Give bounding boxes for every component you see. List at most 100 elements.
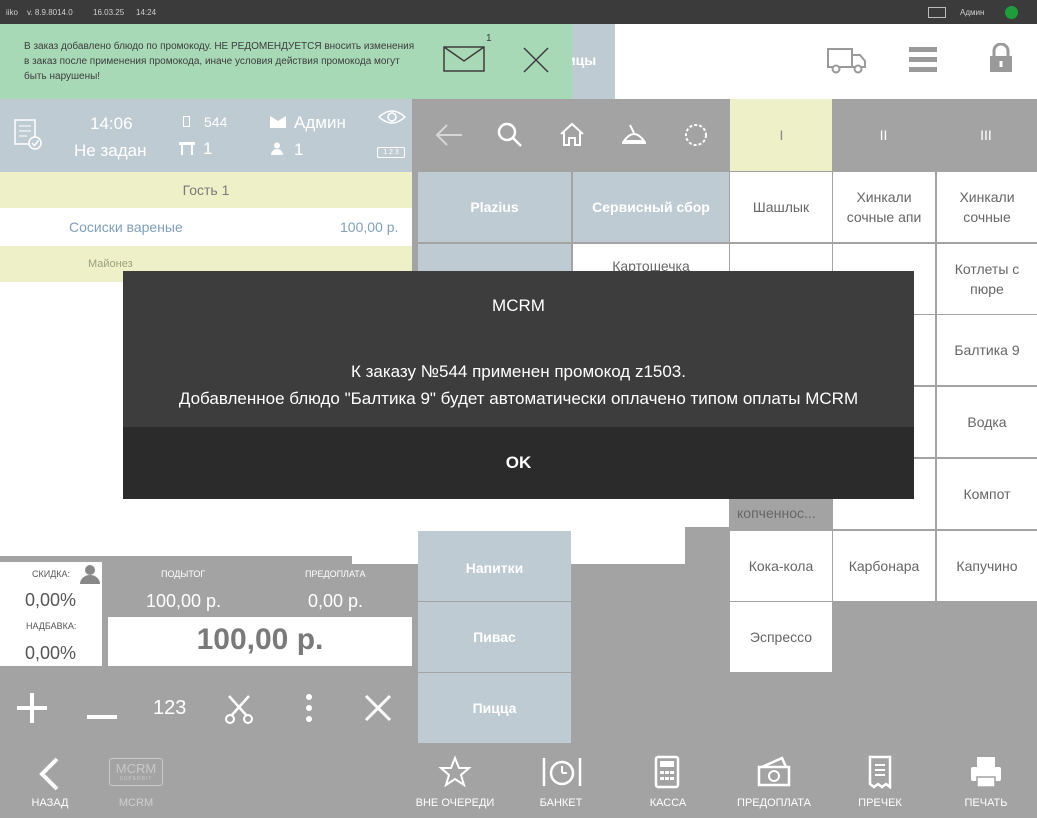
close-icon[interactable] bbox=[522, 46, 550, 79]
customer-icon[interactable] bbox=[80, 564, 100, 589]
category-drinks-label: Напитки bbox=[465, 560, 524, 576]
product-cappuccino[interactable]: Капучино bbox=[937, 531, 1037, 601]
cash-register-icon[interactable] bbox=[654, 755, 680, 794]
product-khinkali-api[interactable]: Хинкали сочные апи bbox=[833, 172, 935, 242]
submenu-item-smoked[interactable]: копченнос... bbox=[737, 505, 816, 521]
category-beer[interactable]: Пивас bbox=[418, 602, 571, 672]
banquet-button[interactable]: БАНКЕТ bbox=[530, 797, 592, 809]
surcharge-value: 0,00% bbox=[25, 643, 77, 663]
star-icon[interactable] bbox=[438, 755, 472, 794]
order-item-row[interactable]: Сосиски вареные 100,00 р. bbox=[0, 208, 412, 246]
modal-message-line-2: Добавленное блюдо "Балтика 9" будет авто… bbox=[178, 389, 859, 408]
guests-icon bbox=[271, 142, 283, 160]
cash-button[interactable]: КАССА bbox=[640, 797, 696, 809]
menu-icon[interactable] bbox=[909, 46, 939, 79]
category-plazius[interactable]: Plazius bbox=[418, 172, 571, 242]
print-icon[interactable] bbox=[969, 755, 1003, 794]
product-baltika[interactable]: Балтика 9 bbox=[937, 315, 1037, 385]
quantity-keypad-button[interactable]: 123 bbox=[153, 697, 186, 720]
waiter-icon bbox=[269, 115, 287, 134]
status-time: 14:24 bbox=[136, 8, 157, 17]
order-list-icon[interactable] bbox=[13, 118, 43, 155]
refresh-icon[interactable] bbox=[684, 123, 708, 152]
product-carbonara[interactable]: Карбонара bbox=[833, 531, 935, 601]
total-value: 100,00 р. bbox=[196, 623, 324, 656]
lock-icon[interactable] bbox=[989, 42, 1013, 78]
eye-icon[interactable] bbox=[377, 108, 407, 131]
home-icon[interactable] bbox=[559, 121, 585, 152]
surcharge-label: НАДБАВКА: bbox=[26, 621, 77, 631]
mail-icon[interactable] bbox=[928, 7, 946, 18]
guests-count: 1 bbox=[294, 140, 304, 159]
order-item-price: 100,00 р. bbox=[340, 219, 399, 235]
order-number-icon bbox=[183, 116, 190, 127]
mcrm-logo-text: MCRM bbox=[115, 761, 157, 776]
course-icon[interactable] bbox=[620, 123, 648, 152]
back-arrow-icon[interactable] bbox=[435, 124, 463, 151]
out-of-queue-button[interactable]: ВНЕ ОЧЕРЕДИ bbox=[410, 797, 500, 809]
product-kotlety[interactable]: Котлеты с пюре bbox=[937, 244, 1037, 314]
tab-2[interactable]: II bbox=[832, 99, 935, 171]
waiter-name: Админ bbox=[294, 113, 346, 132]
prepayment-button[interactable]: ПРЕДОПЛАТА bbox=[730, 797, 818, 809]
prepay-value: 0,00 р. bbox=[308, 591, 364, 611]
modal-message-line-1: К заказу №544 применен промокод z1503. bbox=[350, 362, 686, 381]
delete-icon[interactable] bbox=[364, 694, 392, 727]
tab-3[interactable]: III bbox=[935, 99, 1037, 171]
promo-banner-text: В заказ добавлено блюдо по промокоду. НЕ… bbox=[24, 41, 415, 82]
status-date: 16.03.25 bbox=[93, 8, 125, 17]
connection-status-icon bbox=[1005, 6, 1018, 19]
prepayment-icon[interactable] bbox=[756, 755, 792, 794]
more-options-icon[interactable] bbox=[305, 694, 313, 727]
mcrm-logo-subtext: SUPERBIT bbox=[119, 776, 153, 782]
order-actions-bar bbox=[0, 668, 412, 748]
delivery-truck-icon[interactable] bbox=[826, 45, 868, 80]
modifier-name: Майонез bbox=[88, 258, 133, 270]
plus-icon[interactable] bbox=[17, 693, 47, 728]
print-button[interactable]: ПЕЧАТЬ bbox=[958, 797, 1014, 809]
table-icon bbox=[179, 142, 195, 161]
guest-row[interactable]: Гость 1 bbox=[0, 172, 412, 208]
order-number: 544 bbox=[204, 114, 228, 130]
back-button-label[interactable]: НАЗАД bbox=[22, 797, 78, 809]
category-service-charge[interactable]: Сервисный сбор bbox=[573, 172, 729, 242]
mcrm-logo[interactable]: MCRM SUPERBIT bbox=[109, 758, 163, 786]
discount-label: СКИДКА: bbox=[32, 569, 71, 579]
order-item-name: Сосиски вареные bbox=[69, 219, 183, 235]
envelope-icon[interactable] bbox=[443, 46, 485, 77]
app-version: v. 8.9.8014.0 bbox=[27, 8, 73, 17]
keypad-toggle-button[interactable]: 1 2 3 bbox=[377, 147, 405, 158]
mcrm-button-label[interactable]: MCRM bbox=[108, 797, 164, 809]
category-drinks[interactable]: Напитки bbox=[418, 531, 571, 601]
table-number: 1 bbox=[203, 139, 213, 158]
status-user: Админ bbox=[960, 8, 985, 17]
subtotal-value: 100,00 р. bbox=[146, 591, 222, 611]
product-khinkali[interactable]: Хинкали сочные bbox=[937, 172, 1037, 242]
search-icon[interactable] bbox=[497, 122, 523, 153]
minus-icon[interactable] bbox=[87, 706, 117, 724]
precheck-button[interactable]: ПРЕЧЕК bbox=[850, 797, 910, 809]
banquet-icon[interactable] bbox=[540, 755, 584, 794]
promo-badge-count: 1 bbox=[486, 33, 492, 44]
product-kompot[interactable]: Компот bbox=[937, 459, 1037, 529]
tab-1[interactable]: I bbox=[730, 99, 833, 171]
prepay-label: ПРЕДОПЛАТА bbox=[305, 569, 366, 579]
category-pizza[interactable]: Пицца bbox=[418, 673, 571, 743]
modal-message: К заказу №544 применен промокод z1503. Д… bbox=[123, 358, 914, 412]
modal-title: MCRM bbox=[492, 296, 545, 315]
discount-value: 0,00% bbox=[25, 590, 77, 610]
app-name: iiko bbox=[6, 8, 19, 17]
order-time: 14:06 bbox=[90, 114, 133, 133]
back-chevron-icon[interactable] bbox=[38, 757, 60, 796]
product-cola[interactable]: Кока-кола bbox=[730, 531, 832, 601]
scissors-icon[interactable] bbox=[225, 694, 253, 729]
product-vodka[interactable]: Водка bbox=[937, 387, 1037, 457]
subtotal-label: ПОДЫТОГ bbox=[161, 569, 206, 579]
product-espresso[interactable]: Эспрессо bbox=[730, 602, 832, 672]
precheck-icon[interactable] bbox=[868, 755, 892, 794]
order-status: Не задан bbox=[74, 141, 147, 160]
modal-ok-button[interactable]: OK bbox=[123, 427, 914, 499]
status-bar: iiko v. 8.9.8014.0 16.03.25 14:24 Админ bbox=[0, 0, 1037, 24]
product-shashlyk[interactable]: Шашлык bbox=[730, 172, 832, 242]
order-info-panel bbox=[0, 99, 412, 172]
